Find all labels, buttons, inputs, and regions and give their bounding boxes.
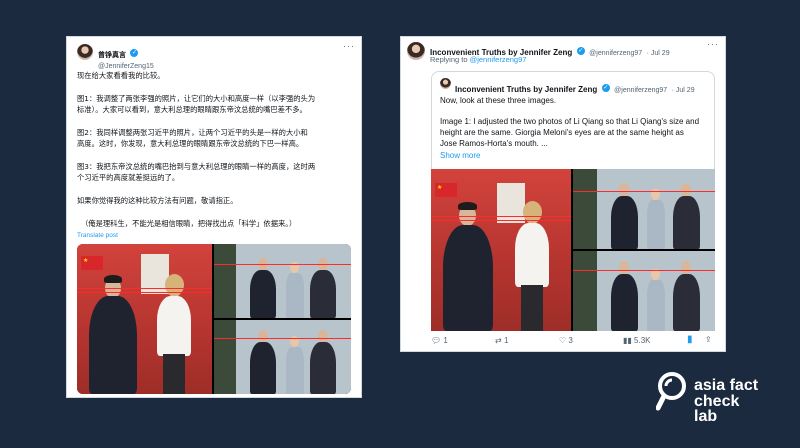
post-fig2-line1: 图2：我同样调整两张习近平的照片，让两个习近平的头是一样的大小和 [77, 128, 308, 137]
logo-line-2: check lab [694, 393, 740, 425]
replying-handle-link[interactable]: @jenniferzeng97 [470, 55, 527, 64]
quote-date: · Jul 29 [671, 87, 695, 94]
repost-icon: ⇄ [495, 336, 502, 345]
photo-xi-meloni-top[interactable] [214, 244, 351, 318]
like-button[interactable]: ♡ 3 [559, 336, 573, 345]
repost-button[interactable]: ⇄ 1 [495, 336, 508, 345]
post-fig1-line2: 标准）。大家可以看到，意大利总理的眼睛跟东帝汶总统的嘴巴差不多。 [77, 105, 307, 114]
photo-xi-meloni-bottom[interactable] [214, 320, 351, 394]
right-post-card: Inconvenient Truths by Jennifer Zeng ✓ @… [400, 36, 726, 352]
replying-prefix: Replying to [430, 55, 470, 64]
left-author-block: 曾铮真言 ✓ @JenniferZeng15 [98, 44, 154, 70]
verified-icon: ✓ [601, 83, 610, 92]
author-handle[interactable]: @jenniferzeng97 [589, 50, 642, 57]
quote-author-avatar [440, 78, 451, 89]
magnifier-logo-icon [656, 372, 686, 411]
post-fig2-line2: 高度。这时，你发现，意大利总理的眼睛跟东帝汶总统的下巴一样高。 [77, 139, 304, 148]
red-guideline [214, 264, 351, 265]
more-options-icon[interactable]: ··· [343, 41, 355, 51]
reply-count: 1 [443, 336, 448, 345]
show-more-link[interactable]: Show more [440, 151, 480, 160]
post-image-grid[interactable] [77, 244, 351, 394]
logo-line-1: asia fact [694, 377, 759, 394]
post-intro: 现在给大家看看我的比较。 [77, 71, 165, 80]
quote-line-4: Jose Ramos-Horta's mouth. ... [440, 139, 548, 148]
views-icon: ▮▮ [623, 336, 632, 345]
author-avatar[interactable] [77, 44, 93, 60]
quote-line-3: height are the same. Giorgia Meloni's ey… [440, 128, 684, 137]
views-button[interactable]: ▮▮ 5.3K [623, 336, 651, 345]
photo-li-qiang-meloni[interactable] [77, 244, 212, 394]
bookmark-icon[interactable]: ▮ [687, 334, 693, 345]
red-guideline [573, 191, 715, 192]
verified-icon: ✓ [130, 48, 139, 57]
asia-fact-check-lab-logo: asia fact check lab [656, 354, 766, 430]
heart-icon: ♡ [559, 336, 567, 345]
photo-xi-meloni-bottom[interactable] [573, 251, 715, 331]
red-guideline [431, 216, 571, 217]
post-note: （俺是理科生，不能光是相信眼睛，把得找出点「科学」依据来。） [81, 219, 297, 228]
post-fig3-line2: 个习近平的高度就差挺远的了。 [77, 173, 180, 182]
author-name[interactable]: 曾铮真言 [98, 51, 126, 59]
author-avatar[interactable] [407, 42, 425, 60]
like-count: 3 [568, 336, 573, 345]
quote-image-grid[interactable] [431, 169, 715, 331]
share-icon[interactable]: ⇪ [705, 335, 712, 344]
red-guideline [573, 270, 715, 271]
red-guideline [77, 292, 212, 293]
quote-author-block: Inconvenient Truths by Jennifer Zeng ✓ @… [455, 79, 695, 97]
quote-line-1: Now, look at these three images. [440, 96, 557, 105]
left-post-card: 曾铮真言 ✓ @JenniferZeng15 ··· 现在给大家看看我的比较。 … [66, 36, 362, 398]
quote-author-name: Inconvenient Truths by Jennifer Zeng [455, 85, 598, 94]
quote-line-2: Image 1: I adjusted the two photos of Li… [440, 117, 700, 126]
reply-icon: 💬︎ [431, 336, 442, 345]
author-handle[interactable]: @JenniferZeng15 [98, 63, 154, 70]
post-closing: 如果你觉得我的这种比较方法有问题，敬请指正。 [77, 196, 238, 205]
more-options-icon[interactable]: ··· [707, 39, 719, 49]
photo-xi-meloni-top[interactable] [573, 169, 715, 249]
post-fig1-line1: 图1：我调整了两张李强的照片，让它们的大小和高度一样（以李强的头为 [77, 94, 316, 103]
photo-li-qiang-meloni[interactable] [431, 169, 571, 331]
quote-author-handle: @jenniferzeng97 [614, 87, 668, 94]
reply-button[interactable]: 💬︎ 1 [431, 336, 448, 345]
post-date[interactable]: · Jul 29 [647, 50, 670, 57]
red-guideline [214, 338, 351, 339]
repost-count: 1 [503, 336, 509, 345]
translate-post-link[interactable]: Translate post [77, 232, 118, 239]
post-fig3-line1: 图3：我把东帝汶总统的嘴巴抬到与意大利总理的眼睛一样的高度，这时两 [77, 162, 316, 171]
verified-icon: ✓ [576, 46, 585, 55]
red-guideline [77, 288, 212, 289]
red-guideline [431, 220, 571, 221]
views-count: 5.3K [634, 336, 651, 345]
flag-icon [435, 183, 457, 197]
flag-icon [81, 256, 103, 270]
replying-to: Replying to @jenniferzeng97 [430, 55, 526, 64]
